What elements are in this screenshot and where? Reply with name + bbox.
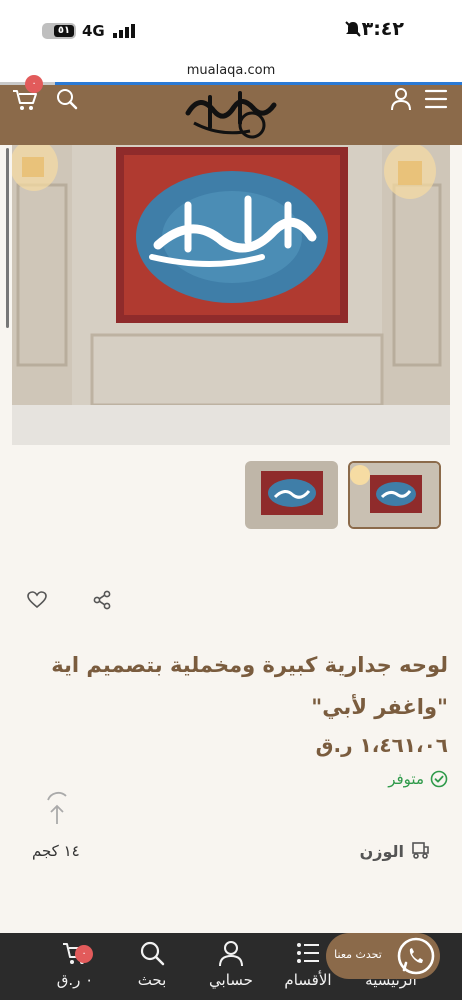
nav-item-account[interactable]: حسابي: [196, 933, 266, 1000]
weight-label: الوزن: [359, 842, 404, 861]
menu-icon[interactable]: [424, 88, 448, 110]
nav-label-categories: الأقسام: [284, 971, 332, 989]
signal-icon: [113, 24, 135, 38]
nav-label-cart: ٠ ر.ق: [56, 971, 94, 989]
truck-icon: [412, 842, 429, 859]
nav-item-cart[interactable]: ٠ ٠ ر.ق: [40, 933, 110, 1000]
whatsapp-label: تحدث معنا: [334, 948, 382, 961]
nav-label-search: بحث: [137, 971, 167, 989]
whatsapp-chat-button[interactable]: تحدث معنا: [326, 933, 440, 979]
check-circle-icon: [430, 770, 448, 788]
account-nav-icon: [219, 941, 243, 967]
thumbnail-2-image: [350, 463, 439, 527]
stock-status: متوفر: [388, 770, 448, 788]
scroll-to-top-icon[interactable]: [44, 790, 70, 826]
scroll-indicator[interactable]: [6, 148, 9, 328]
network-type: 4G: [82, 22, 105, 40]
weight-value: ١٤ كجم: [32, 842, 80, 860]
cart-nav-badge: ٠: [75, 945, 93, 963]
battery-icon: ٥١: [42, 23, 76, 39]
url-bar[interactable]: mualaqa.com: [0, 60, 462, 82]
nav-label-account: حسابي: [209, 971, 253, 989]
whatsapp-icon: [397, 937, 435, 975]
site-logo[interactable]: [180, 83, 280, 143]
categories-list-icon: [297, 943, 319, 963]
product-price: ١،٤٦١،٠٦ ر.ق: [315, 733, 448, 757]
battery-level: ٥١: [54, 25, 74, 37]
url-text: mualaqa.com: [186, 63, 276, 78]
thumbnail-1[interactable]: [245, 461, 338, 529]
product-title: لوحه جدارية كبيرة ومخملية بتصميم اية "وا…: [51, 653, 448, 719]
nav-item-search[interactable]: بحث: [117, 933, 187, 1000]
search-icon[interactable]: [56, 88, 78, 110]
product-main-image[interactable]: [12, 145, 450, 445]
thumbnail-2[interactable]: [348, 461, 441, 529]
stock-label: متوفر: [388, 770, 424, 788]
bell-muted-icon: [345, 21, 361, 37]
status-time: ٣:٤٢: [361, 18, 404, 40]
search-nav-icon: [140, 941, 165, 966]
account-icon[interactable]: [390, 87, 412, 111]
status-bar: ٣:٤٢ ٥١ 4G: [0, 0, 462, 60]
cart-badge: ٠: [25, 75, 43, 93]
thumbnail-1-image: [245, 461, 338, 529]
product-photo: [12, 145, 450, 445]
share-icon[interactable]: [92, 590, 112, 610]
wishlist-heart-icon[interactable]: [27, 591, 47, 609]
